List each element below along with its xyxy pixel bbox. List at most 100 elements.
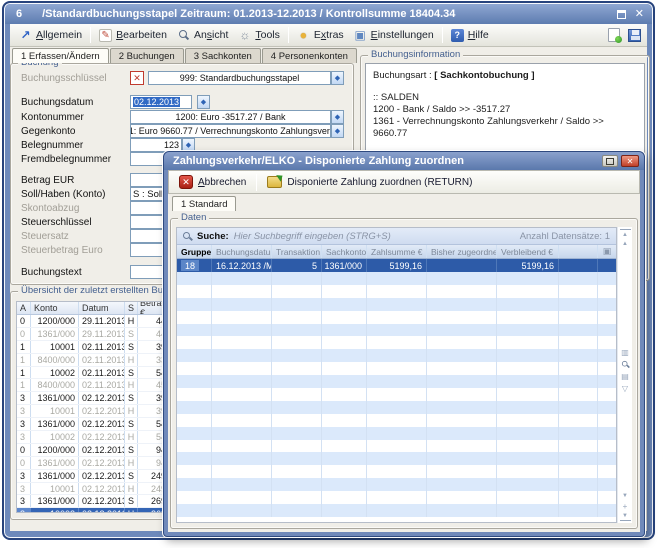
menu-item-allgemein[interactable]: Allgemein	[14, 27, 87, 44]
col-gruppe[interactable]: Gruppe	[177, 245, 212, 258]
grid-icon[interactable]: ▥	[620, 347, 631, 357]
col-verbleibend[interactable]: Verbleibend €	[497, 245, 559, 258]
tab-sachkonten[interactable]: 3 Sachkonten	[185, 48, 261, 63]
scroll-plus-icon[interactable]: +	[620, 501, 631, 511]
help-icon	[451, 29, 464, 42]
tab-buchungen[interactable]: 2 Buchungen	[110, 48, 184, 63]
col-konto[interactable]: Konto	[31, 302, 79, 314]
window-number: 6	[16, 8, 22, 20]
empty-row[interactable]	[177, 440, 616, 453]
clear-icon[interactable]	[130, 71, 144, 85]
scroll-up-icon[interactable]: ▲	[620, 239, 631, 249]
restore-icon[interactable]	[617, 10, 626, 19]
belegnummer-spinner[interactable]	[182, 138, 195, 152]
empty-row[interactable]	[177, 285, 616, 298]
empty-row[interactable]	[177, 362, 616, 375]
cancel-button[interactable]: Abbrechen	[173, 173, 252, 191]
rows-icon[interactable]: ▤	[620, 371, 631, 381]
payments-table-header: Gruppe Buchungsdatum Transaktion Sachkon…	[177, 245, 616, 259]
salden-header: :: SALDEN	[373, 92, 637, 104]
minimize-icon[interactable]	[602, 155, 618, 167]
empty-row[interactable]	[177, 349, 616, 362]
scroll-to-top-icon[interactable]: ▲	[620, 229, 631, 239]
tab-erfassen-aendern[interactable]: 1 Erfassen/Ändern	[12, 48, 109, 63]
steuerschluessel-label: Steuerschlüssel	[21, 217, 92, 228]
view-icon	[177, 29, 190, 42]
empty-row[interactable]	[177, 311, 616, 324]
empty-row[interactable]	[177, 272, 616, 285]
main-titlebar: 6 /Standardbuchungsstapel Zeitraum: 01.2…	[5, 4, 652, 24]
filter-icon[interactable]: ▽	[620, 383, 631, 393]
empty-row[interactable]	[177, 491, 616, 504]
dialog-toolbar: Abbrechen Disponierte Zahlung zuordnen (…	[168, 170, 640, 194]
payment-row[interactable]: 18 16.12.2013 /Mo 5 1361/000 5199,16 519…	[177, 259, 616, 272]
dialog-titlebar: Zahlungsverkehr/ELKO - Disponierte Zahlu…	[164, 152, 644, 170]
empty-row[interactable]	[177, 336, 616, 349]
col-bisher-zugeordnet[interactable]: Bisher zugeordnet	[427, 245, 497, 258]
record-count: Anzahl Datensätze: 1	[520, 231, 610, 242]
menu-item-label: Bearbeiten	[116, 29, 167, 41]
menu-item-tools[interactable]: Tools	[233, 27, 285, 44]
menu-item-ansicht[interactable]: Ansicht	[172, 27, 233, 44]
cancel-icon	[179, 175, 193, 189]
empty-row[interactable]	[177, 324, 616, 337]
buchungsschluessel-spinner[interactable]	[331, 71, 344, 85]
empty-row[interactable]	[177, 414, 616, 427]
menu-item-label: Hilfe	[468, 29, 489, 41]
empty-row[interactable]	[177, 388, 616, 401]
col-buchungsdatum[interactable]: Buchungsdatum	[212, 245, 272, 258]
gegenkonto-combo[interactable]: 1361: Euro 9660.77 / Verrechnungskonto Z…	[130, 124, 331, 138]
empty-row[interactable]	[177, 298, 616, 311]
buchungsdatum-input[interactable]: 02.12.2013	[130, 95, 192, 109]
kontonummer-combo[interactable]: 1200: Euro -3517.27 / Bank	[130, 110, 331, 124]
steuersatz-label: Steuersatz	[21, 231, 69, 242]
extras-icon	[297, 29, 310, 42]
fremdbelegnummer-label: Fremdbelegnummer	[21, 154, 111, 165]
col-datum[interactable]: Datum	[79, 302, 125, 314]
col-transaktion[interactable]: Transaktion	[272, 245, 322, 258]
gegenkonto-spinner[interactable]	[331, 124, 344, 138]
empty-row[interactable]	[177, 427, 616, 440]
buchungstext-label: Buchungstext	[21, 267, 82, 278]
assign-payment-button[interactable]: Disponierte Zahlung zuordnen (RETURN)	[261, 174, 478, 190]
dialog-title: Zahlungsverkehr/ELKO - Disponierte Zahlu…	[173, 155, 464, 167]
menu-item-einstellungen[interactable]: Einstellungen	[349, 27, 439, 44]
save-icon[interactable]	[628, 29, 641, 42]
close-icon[interactable]: ✕	[635, 10, 644, 19]
empty-row[interactable]	[177, 504, 616, 517]
search-label: Suche:	[197, 231, 229, 242]
col-a[interactable]: A	[17, 302, 31, 314]
new-document-icon[interactable]	[608, 28, 620, 42]
kontonummer-spinner[interactable]	[331, 110, 344, 124]
buchungsdatum-spinner[interactable]	[197, 95, 210, 109]
payments-table: Suche: Hier Suchbegriff eingeben (STRG+S…	[176, 227, 617, 523]
scroll-to-bottom-icon[interactable]: ▼	[620, 511, 631, 521]
arrow-ne-icon	[19, 29, 32, 42]
tab-standard[interactable]: 1 Standard	[172, 196, 236, 211]
empty-row[interactable]	[177, 452, 616, 465]
menu-item-hilfe[interactable]: Hilfe	[446, 27, 494, 44]
buchungsart-line: Buchungsart : [ Sachkontobuchung ]	[373, 70, 637, 82]
empty-row[interactable]	[177, 401, 616, 414]
menu-item-bearbeiten[interactable]: Bearbeiten	[94, 27, 172, 44]
search-placeholder: Hier Suchbegriff eingeben (STRG+S)	[234, 231, 391, 242]
copy-icon[interactable]: ▣	[603, 246, 612, 257]
assign-label: Disponierte Zahlung zuordnen (RETURN)	[287, 177, 472, 188]
buchungsschluessel-combo[interactable]: 999: Standardbuchungsstapel	[148, 71, 331, 85]
window-title: /Standardbuchungsstapel Zeitraum: 01.201…	[42, 8, 455, 20]
belegnummer-input[interactable]: 123	[130, 138, 182, 152]
empty-row[interactable]	[177, 478, 616, 491]
empty-row[interactable]	[177, 465, 616, 478]
col-s[interactable]: S	[125, 302, 138, 314]
belegnummer-label: Belegnummer	[21, 140, 83, 151]
cancel-label: Abbrechen	[198, 177, 246, 188]
magnifier-icon[interactable]	[620, 359, 631, 369]
col-zahlsumme[interactable]: Zahlsumme €	[367, 245, 427, 258]
menu-item-extras[interactable]: Extras	[292, 27, 349, 44]
tab-personenkonten[interactable]: 4 Personenkonten	[262, 48, 357, 63]
close-icon[interactable]	[621, 155, 639, 167]
empty-row[interactable]	[177, 375, 616, 388]
search-bar[interactable]: Suche: Hier Suchbegriff eingeben (STRG+S…	[177, 228, 616, 245]
scroll-down-icon[interactable]: ▼	[620, 491, 631, 501]
col-sachkonto[interactable]: Sachkonto	[322, 245, 367, 258]
